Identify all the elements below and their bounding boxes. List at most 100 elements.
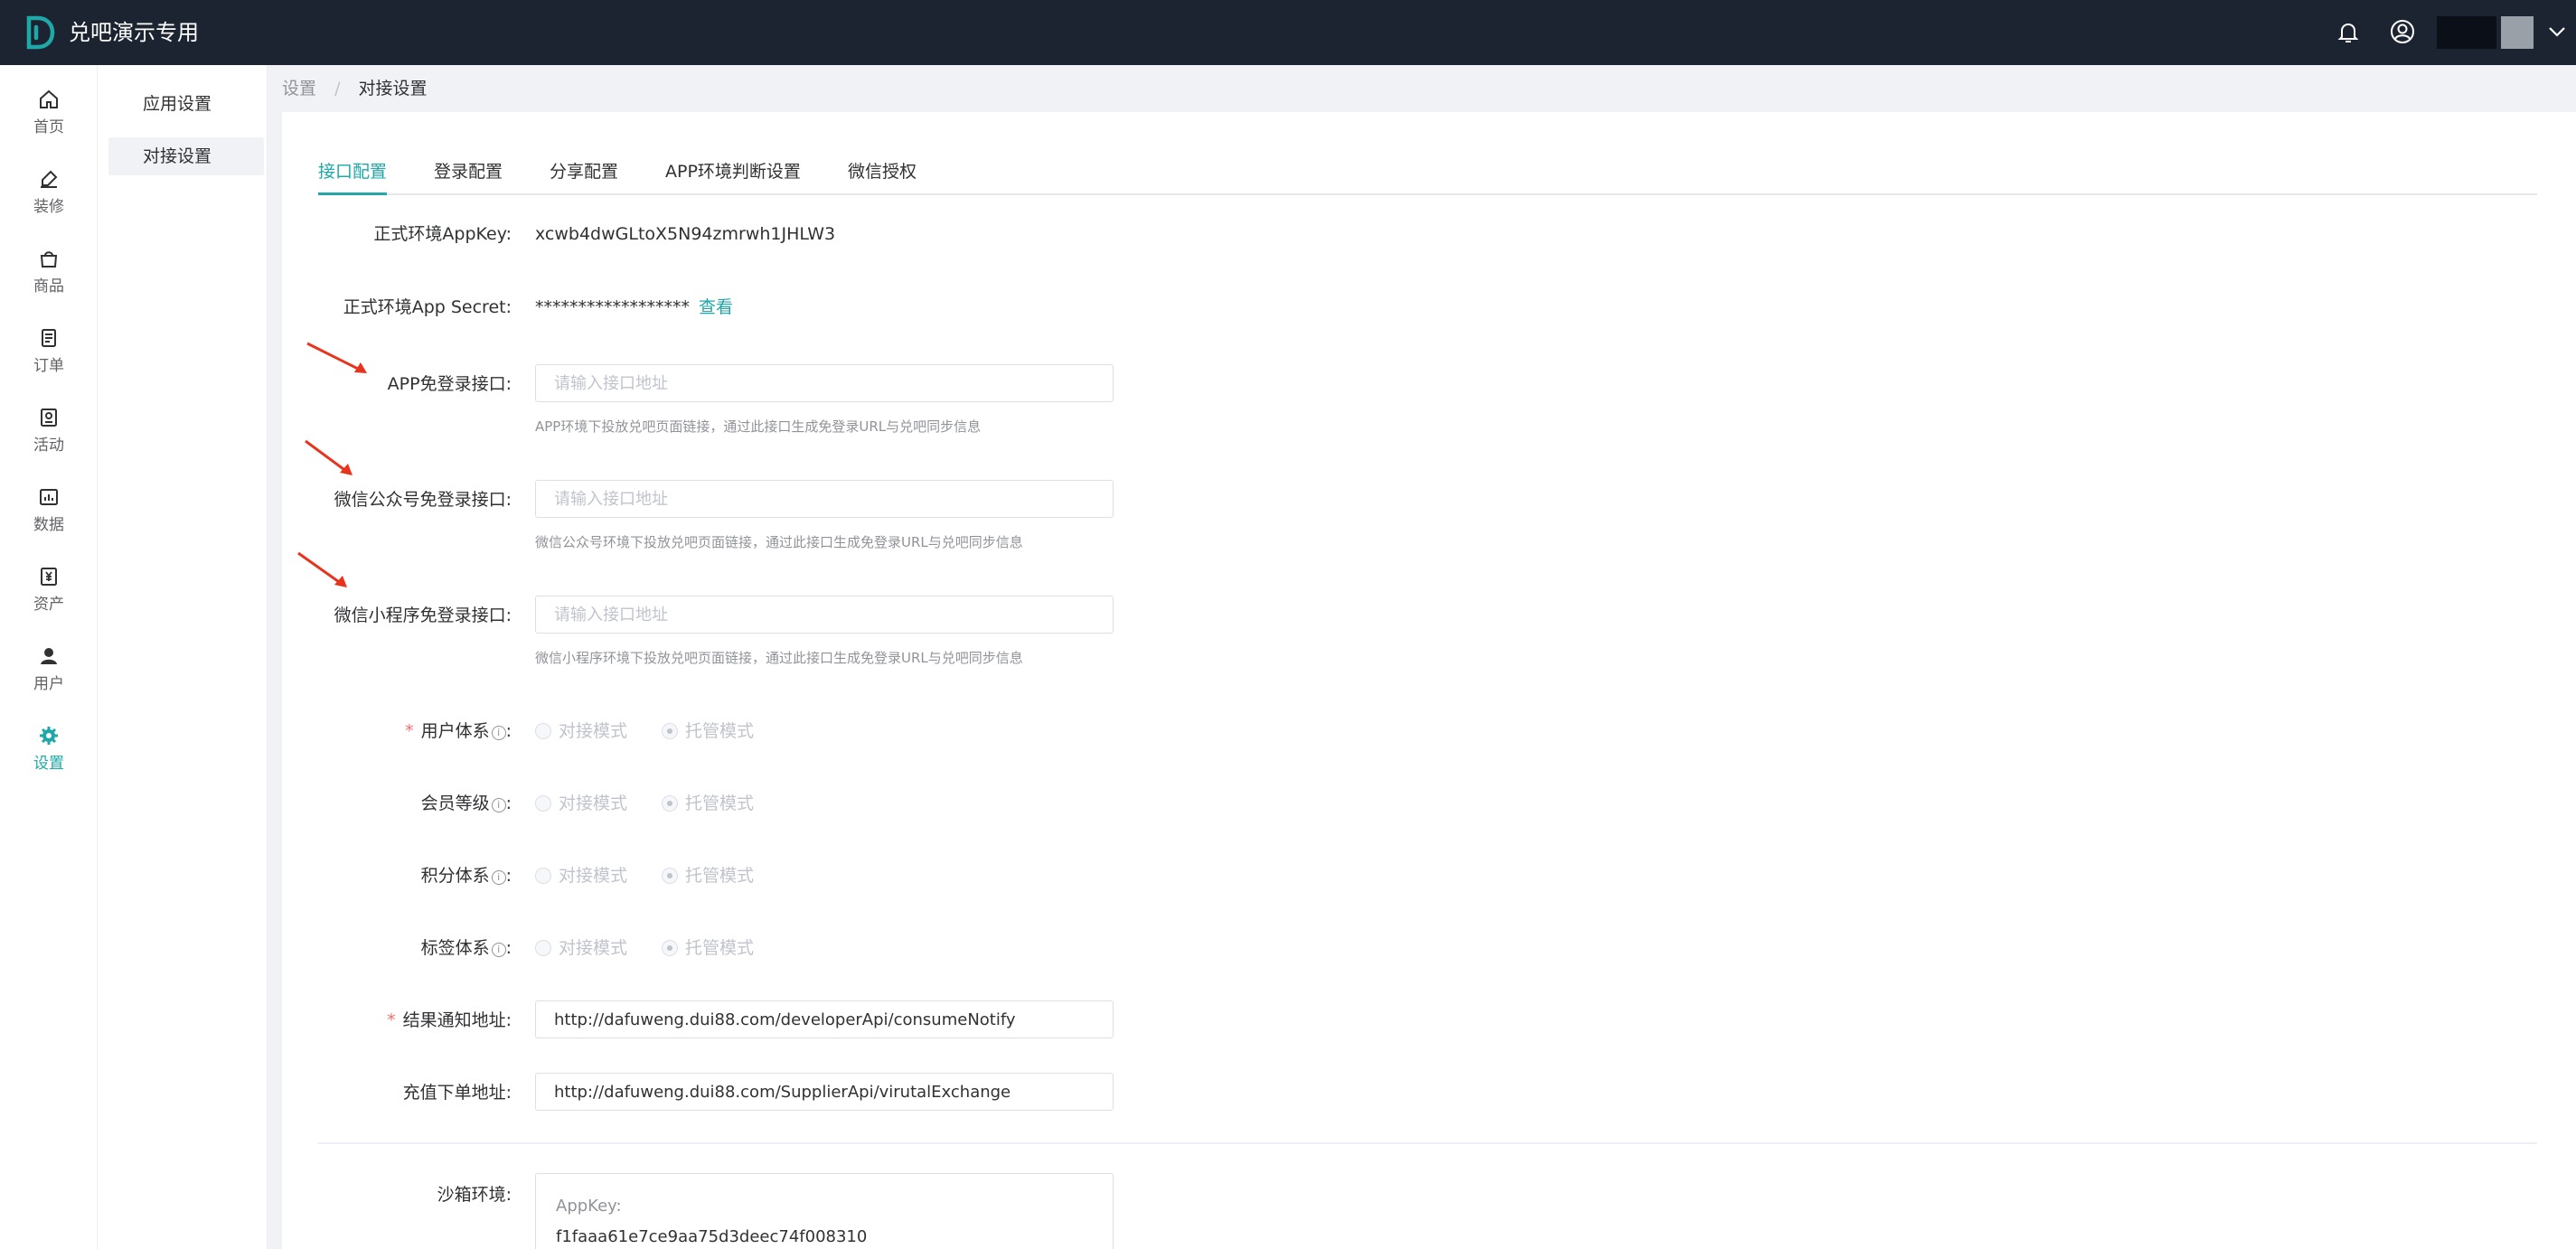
user-circle-icon[interactable] xyxy=(2389,18,2416,45)
appkey-value: xcwb4dwGLtoX5N94zmrwh1JHLW3 xyxy=(535,224,836,244)
secret-row: ****************** 查看 xyxy=(535,295,733,320)
wx-mp-login-label: 微信公众号免登录接口: xyxy=(334,490,512,510)
radio-circle-icon xyxy=(535,723,551,739)
member-level-label: 会员等级 i: xyxy=(420,794,512,813)
bag-icon xyxy=(40,251,58,268)
annotation-arrow-icon xyxy=(297,551,347,587)
bell-icon[interactable] xyxy=(2336,20,2360,45)
sidebar-item-label: 设置 xyxy=(33,755,64,773)
sidebar-item-label: 活动 xyxy=(33,437,64,455)
order-icon xyxy=(42,329,56,347)
app-login-label: APP免登录接口: xyxy=(387,374,512,394)
app-login-hint: APP环境下投放兑吧页面链接，通过此接口生成免登录URL与兑吧同步信息 xyxy=(535,418,982,435)
sidebar-item-label: 首页 xyxy=(33,118,64,136)
annotation-arrow-icon xyxy=(306,342,367,373)
appkey-label: 正式环境AppKey: xyxy=(373,224,512,244)
submenu-item-app-settings[interactable]: 应用设置 xyxy=(108,85,264,123)
yuan-icon xyxy=(41,568,57,586)
tag-system-label: 标签体系 i: xyxy=(420,938,512,958)
wx-mini-login-hint: 微信小程序环境下投放兑吧页面链接，通过此接口生成免登录URL与兑吧同步信息 xyxy=(535,650,1023,666)
sidebar-item-label: 资产 xyxy=(33,596,64,614)
sidebar-item-goods[interactable]: 商品 xyxy=(0,248,98,311)
notify-url-input[interactable] xyxy=(535,1000,1114,1038)
radio-circle-icon xyxy=(662,868,678,884)
settings-submenu: 应用设置 对接设置 xyxy=(98,65,268,1249)
recharge-url-label: 充值下单地址: xyxy=(402,1083,512,1103)
activity-icon xyxy=(41,409,57,427)
section-divider xyxy=(318,1142,2537,1144)
radio-circle-icon xyxy=(535,795,551,812)
required-mark: * xyxy=(387,1010,396,1030)
radio-circle-icon xyxy=(662,940,678,956)
gear-icon xyxy=(40,727,58,745)
tag-system-radio-docking[interactable]: 对接模式 xyxy=(535,935,627,961)
user-icon xyxy=(41,648,57,664)
secret-label: 正式环境App Secret: xyxy=(343,297,512,317)
main-sidebar: 首页 装修 商品 订单 活动 数据 资产 用户 设置 xyxy=(0,65,98,1249)
sidebar-item-label: 装修 xyxy=(33,198,64,216)
tag-system-radio-hosted[interactable]: 托管模式 xyxy=(662,935,754,961)
wx-mp-login-hint: 微信公众号环境下投放兑吧页面链接，通过此接口生成免登录URL与兑吧同步信息 xyxy=(535,534,1023,550)
sidebar-item-activity[interactable]: 活动 xyxy=(0,407,98,470)
sidebar-item-data[interactable]: 数据 xyxy=(0,486,98,549)
wx-mini-login-label: 微信小程序免登录接口: xyxy=(334,606,512,625)
user-system-label: * 用户体系 i: xyxy=(405,721,512,741)
breadcrumb: 设置 / 对接设置 xyxy=(282,76,428,101)
app-title: 兑吧演示专用 xyxy=(69,20,199,45)
brush-icon xyxy=(41,170,58,188)
app-login-url-input[interactable] xyxy=(535,364,1114,402)
breadcrumb-separator: / xyxy=(334,79,341,99)
user-system-radio-hosted[interactable]: 托管模式 xyxy=(662,718,754,744)
info-icon[interactable]: i xyxy=(491,726,506,740)
radio-circle-icon xyxy=(535,868,551,884)
sidebar-item-orders[interactable]: 订单 xyxy=(0,327,98,390)
chevron-down-icon[interactable] xyxy=(2547,23,2567,40)
top-bar: 兑吧演示专用 xyxy=(0,0,2576,65)
wx-mini-login-url-input[interactable] xyxy=(535,596,1114,634)
avatar[interactable] xyxy=(2501,16,2534,49)
sandbox-appkey-label: AppKey: xyxy=(556,1197,622,1216)
radio-circle-icon xyxy=(662,723,678,739)
home-icon xyxy=(40,89,58,108)
breadcrumb-root[interactable]: 设置 xyxy=(282,79,316,99)
radio-circle-icon xyxy=(662,795,678,812)
tab-share-config[interactable]: 分享配置 xyxy=(550,155,618,195)
tab-wechat-auth[interactable]: 微信授权 xyxy=(848,155,917,195)
member-level-radio-hosted[interactable]: 托管模式 xyxy=(662,791,754,816)
chart-icon xyxy=(40,489,58,505)
sidebar-item-decorate[interactable]: 装修 xyxy=(0,168,98,231)
sidebar-item-settings[interactable]: 设置 xyxy=(0,725,98,788)
notify-url-label: * 结果通知地址: xyxy=(387,1010,512,1030)
sidebar-item-label: 用户 xyxy=(33,675,64,693)
sidebar-item-label: 订单 xyxy=(33,357,64,375)
submenu-item-integration-settings[interactable]: 对接设置 xyxy=(108,137,264,175)
sandbox-appkey-value: f1faaa61e7ce9aa75d3deec74f008310 xyxy=(556,1227,868,1246)
annotation-arrow-icon xyxy=(305,439,353,475)
sandbox-box: AppKey: f1faaa61e7ce9aa75d3deec74f008310 xyxy=(535,1173,1114,1249)
member-level-radio-docking[interactable]: 对接模式 xyxy=(535,791,627,816)
tab-app-env-settings[interactable]: APP环境判断设置 xyxy=(665,155,801,195)
secret-masked-value: ****************** xyxy=(535,297,690,317)
duiba-logo-icon xyxy=(26,15,55,50)
user-system-radio-docking[interactable]: 对接模式 xyxy=(535,718,627,744)
sidebar-item-users[interactable]: 用户 xyxy=(0,645,98,709)
radio-circle-icon xyxy=(535,940,551,956)
info-icon[interactable]: i xyxy=(491,870,506,885)
recharge-url-input[interactable] xyxy=(535,1073,1114,1111)
points-system-radio-docking[interactable]: 对接模式 xyxy=(535,863,627,888)
config-tabs: 接口配置 登录配置 分享配置 APP环境判断设置 微信授权 xyxy=(318,155,2537,195)
breadcrumb-current: 对接设置 xyxy=(358,79,428,99)
username-redacted xyxy=(2437,16,2496,49)
info-icon[interactable]: i xyxy=(491,943,506,957)
sidebar-item-label: 数据 xyxy=(33,516,64,534)
points-system-label: 积分体系 i: xyxy=(420,866,512,886)
sandbox-label: 沙箱环境: xyxy=(437,1185,512,1205)
points-system-radio-hosted[interactable]: 托管模式 xyxy=(662,863,754,888)
sidebar-item-assets[interactable]: 资产 xyxy=(0,566,98,629)
info-icon[interactable]: i xyxy=(491,798,506,812)
sidebar-item-home[interactable]: 首页 xyxy=(0,89,98,152)
view-secret-link[interactable]: 查看 xyxy=(699,297,733,317)
tab-login-config[interactable]: 登录配置 xyxy=(434,155,503,195)
tab-api-config[interactable]: 接口配置 xyxy=(318,155,388,195)
wx-mp-login-url-input[interactable] xyxy=(535,480,1114,518)
